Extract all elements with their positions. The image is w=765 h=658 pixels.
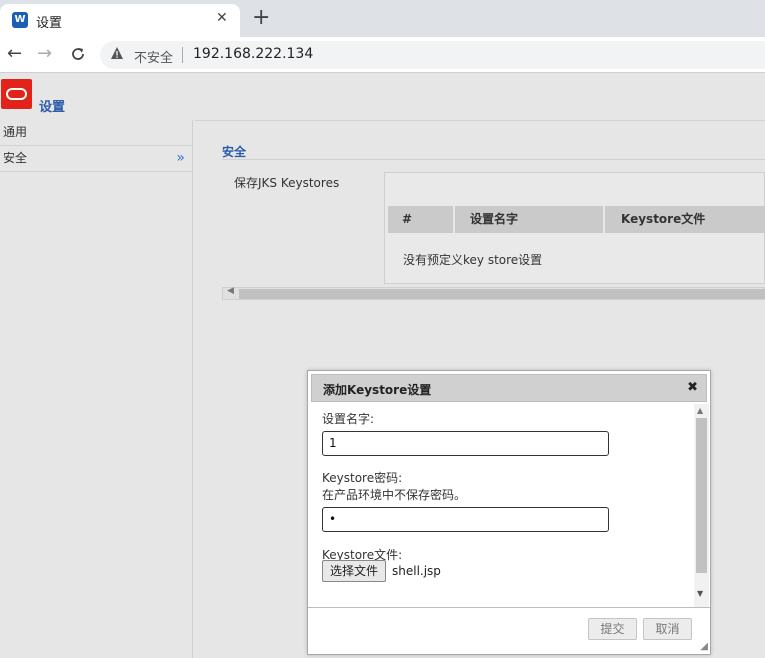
sidebar: 通用 安全 » [0, 120, 193, 658]
dialog-title: 添加Keystore设置 [323, 383, 432, 397]
selected-file-name: shell.jsp [392, 564, 441, 578]
tab-close-icon[interactable]: ✕ [216, 10, 228, 26]
address-divider [182, 47, 183, 63]
url-text[interactable]: 192.168.222.134 [193, 46, 313, 62]
scrollbar-thumb[interactable] [696, 418, 707, 573]
password-label: Keystore密码: [322, 471, 403, 485]
oracle-logo-icon [1, 79, 32, 109]
password-input[interactable]: • [322, 507, 609, 532]
browser-tabstrip: W 设置 ✕ + [0, 0, 765, 37]
dialog-footer-divider [308, 607, 710, 608]
column-header-index[interactable]: # [388, 206, 455, 233]
table-empty-message: 没有预定义key store设置 [403, 253, 543, 267]
sidebar-item-general[interactable]: 通用 [0, 120, 193, 146]
dialog-titlebar[interactable]: 添加Keystore设置 ✖ [311, 374, 707, 402]
submit-button[interactable]: 提交 [588, 618, 637, 640]
password-hint: 在产品环境中不保存密码。 [322, 488, 467, 502]
name-label: 设置名字: [322, 412, 375, 426]
dialog-vertical-scrollbar[interactable]: ▲ ▼ [694, 404, 709, 607]
resize-grip-icon[interactable]: ◢ [700, 642, 708, 652]
tab-title: 设置 [36, 16, 63, 31]
reload-icon[interactable] [70, 42, 86, 69]
warning-triangle-icon [110, 46, 124, 64]
column-header-name[interactable]: 设置名字 [455, 206, 605, 233]
sidebar-item-label: 通用 [3, 125, 28, 139]
close-icon[interactable]: ✖ [687, 380, 698, 395]
app-header: 设置 [0, 73, 765, 118]
page-title: 设置 [39, 100, 66, 115]
horizontal-scrollbar[interactable]: ◀ [222, 286, 765, 300]
double-chevron-right-icon: » [176, 150, 185, 166]
security-status[interactable]: 不安全 [134, 47, 173, 66]
browser-tab[interactable]: W 设置 ✕ [0, 4, 240, 37]
scrollbar-thumb[interactable] [239, 289, 765, 299]
scroll-left-icon[interactable]: ◀ [227, 286, 234, 296]
forward-arrow-icon[interactable]: → [37, 42, 52, 66]
keystore-table: # 设置名字 Keystore文件 没有预定义key store设置 [384, 172, 765, 284]
address-bar[interactable]: 不安全 192.168.222.134 [100, 41, 765, 69]
add-keystore-dialog: 添加Keystore设置 ✖ 设置名字: 1 Keystore密码: 在产品环境… [307, 370, 711, 655]
choose-file-button[interactable]: 选择文件 [322, 560, 386, 582]
site-favicon-icon: W [12, 12, 28, 28]
section-title: 安全 [222, 145, 247, 159]
table-header: # 设置名字 Keystore文件 [388, 206, 765, 233]
name-input[interactable]: 1 [322, 431, 609, 456]
section-divider [222, 159, 765, 160]
keystores-label: 保存JKS Keystores [234, 176, 340, 190]
dialog-body: 设置名字: 1 Keystore密码: 在产品环境中不保存密码。 • Keyst… [311, 404, 709, 607]
back-arrow-icon[interactable]: ← [7, 42, 22, 66]
cancel-button[interactable]: 取消 [643, 618, 692, 640]
scroll-down-icon[interactable]: ▼ [697, 589, 703, 598]
scroll-up-icon[interactable]: ▲ [697, 406, 703, 415]
sidebar-item-label: 安全 [3, 151, 28, 165]
column-header-file[interactable]: Keystore文件 [605, 206, 765, 233]
browser-toolbar: ← → 不安全 192.168.222.134 [0, 37, 765, 73]
sidebar-item-security[interactable]: 安全 » [0, 146, 193, 172]
new-tab-button[interactable]: + [252, 6, 270, 30]
